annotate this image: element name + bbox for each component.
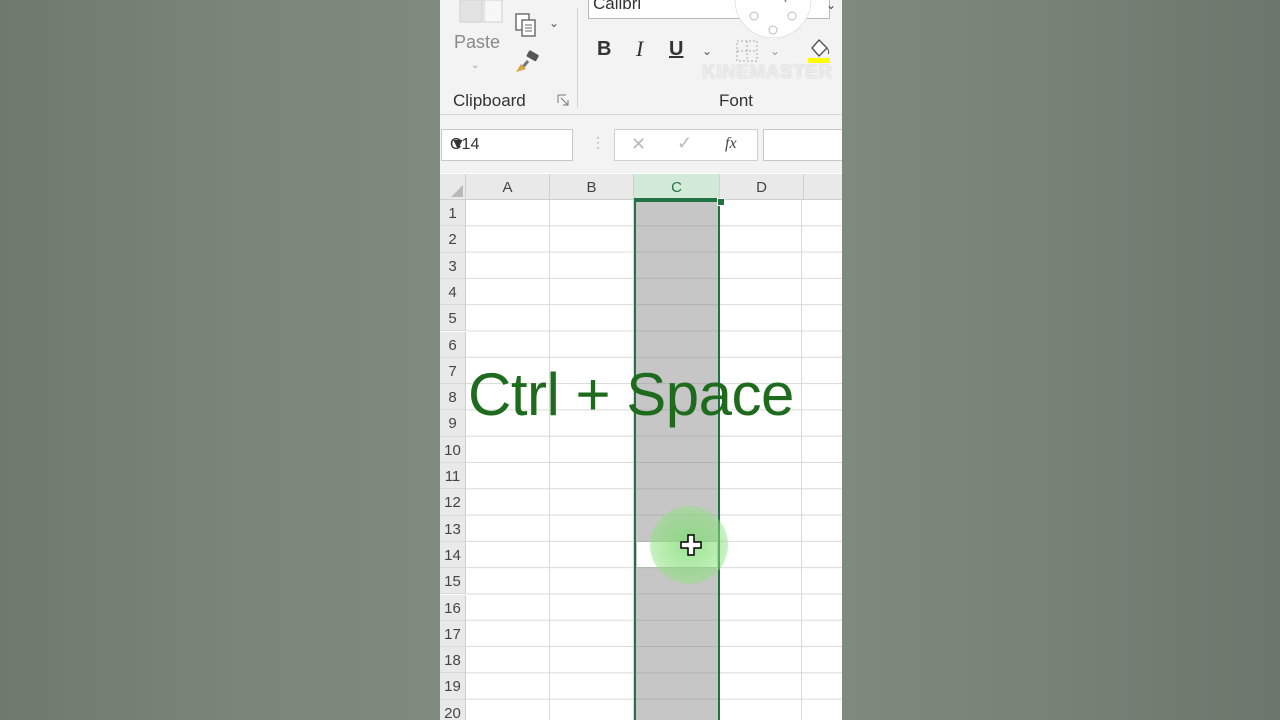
- drag-handle-icon[interactable]: ⋮: [591, 134, 605, 151]
- formula-tools: ✕ ✓ fx: [614, 129, 758, 161]
- underline-button[interactable]: U: [669, 38, 683, 61]
- column-header-b[interactable]: B: [550, 174, 634, 200]
- row-header-7[interactable]: 7: [440, 357, 466, 385]
- row-header-12[interactable]: 12: [440, 489, 466, 516]
- cell-cursor-icon: [680, 534, 702, 556]
- row-header-19[interactable]: 19: [440, 673, 466, 700]
- fill-color-icon[interactable]: [806, 36, 832, 64]
- row-header-8[interactable]: 8: [440, 384, 466, 411]
- select-all-button[interactable]: [440, 174, 466, 200]
- formula-input[interactable]: [763, 129, 842, 161]
- font-chevron-down-icon[interactable]: ⌄: [826, 0, 836, 12]
- row-header-17[interactable]: 17: [440, 620, 466, 648]
- format-painter-icon[interactable]: [514, 50, 540, 74]
- copy-icon[interactable]: [514, 12, 538, 38]
- row-header-11[interactable]: 11: [440, 463, 466, 490]
- enter-check-icon[interactable]: ✓: [677, 133, 692, 154]
- ribbon: Paste ⌄ ⌄ Clipboard Calibri ⌄ B I U ⌄ ⌄ …: [440, 0, 842, 115]
- selection-border: [634, 200, 720, 720]
- formula-bar: C14 ▼ ⋮ ✕ ✓ fx: [440, 115, 842, 173]
- row-header-14[interactable]: 14: [440, 541, 466, 569]
- name-box-chevron-down-icon[interactable]: ▼: [450, 136, 564, 154]
- row-header-5[interactable]: 5: [440, 305, 466, 332]
- italic-button[interactable]: I: [636, 36, 643, 62]
- excel-window: Paste ⌄ ⌄ Clipboard Calibri ⌄ B I U ⌄ ⌄ …: [440, 0, 842, 720]
- row-header-18[interactable]: 18: [440, 647, 466, 674]
- cancel-icon[interactable]: ✕: [631, 134, 646, 155]
- copy-chevron-down-icon[interactable]: ⌄: [549, 16, 559, 30]
- background-right: [842, 0, 1280, 720]
- shortcut-overlay-text: Ctrl + Space: [468, 361, 794, 428]
- row-header-1[interactable]: 1: [440, 200, 466, 227]
- font-name-value: Calibri: [593, 0, 642, 13]
- spreadsheet-grid: ABCD 1 2 3 4 5 6 7 8 9 10 11 12 13 14 15 16 17 18 19 20 Ctr…: [440, 174, 842, 720]
- row-header-16[interactable]: 16: [440, 594, 466, 621]
- bold-button[interactable]: B: [597, 38, 611, 61]
- row-header-20[interactable]: 20: [440, 699, 466, 720]
- column-header-c[interactable]: C: [634, 174, 720, 200]
- underline-chevron-down-icon[interactable]: ⌄: [702, 44, 712, 58]
- borders-icon[interactable]: [736, 40, 758, 62]
- kinemaster-watermark: KINEMASTER: [702, 62, 833, 83]
- timer-icon: [734, 0, 812, 38]
- row-header-13[interactable]: 13: [440, 515, 466, 542]
- name-box[interactable]: C14 ▼: [441, 129, 573, 161]
- paste-chevron-down-icon[interactable]: ⌄: [471, 60, 479, 71]
- row-header-15[interactable]: 15: [440, 568, 466, 595]
- column-header-d[interactable]: D: [720, 174, 804, 200]
- row-header-10[interactable]: 10: [440, 436, 466, 463]
- clipboard-group-label: Clipboard: [453, 91, 526, 110]
- row-header-6[interactable]: 6: [440, 331, 466, 358]
- borders-chevron-down-icon[interactable]: ⌄: [770, 44, 780, 58]
- row-header-9[interactable]: 9: [440, 410, 466, 437]
- paste-button[interactable]: Paste: [454, 32, 500, 53]
- insert-function-button[interactable]: fx: [725, 135, 737, 153]
- row-header-2[interactable]: 2: [440, 226, 466, 253]
- group-separator: [577, 8, 578, 108]
- paste-icon[interactable]: [458, 0, 504, 24]
- row-header-4[interactable]: 4: [440, 278, 466, 306]
- column-header-partial[interactable]: [804, 174, 842, 200]
- background-left: [0, 0, 440, 720]
- dialog-launcher-icon[interactable]: [557, 94, 570, 107]
- row-header-3[interactable]: 3: [440, 252, 466, 279]
- font-group-label: Font: [719, 91, 754, 110]
- fill-handle[interactable]: [717, 198, 725, 206]
- column-header-a[interactable]: A: [466, 174, 550, 200]
